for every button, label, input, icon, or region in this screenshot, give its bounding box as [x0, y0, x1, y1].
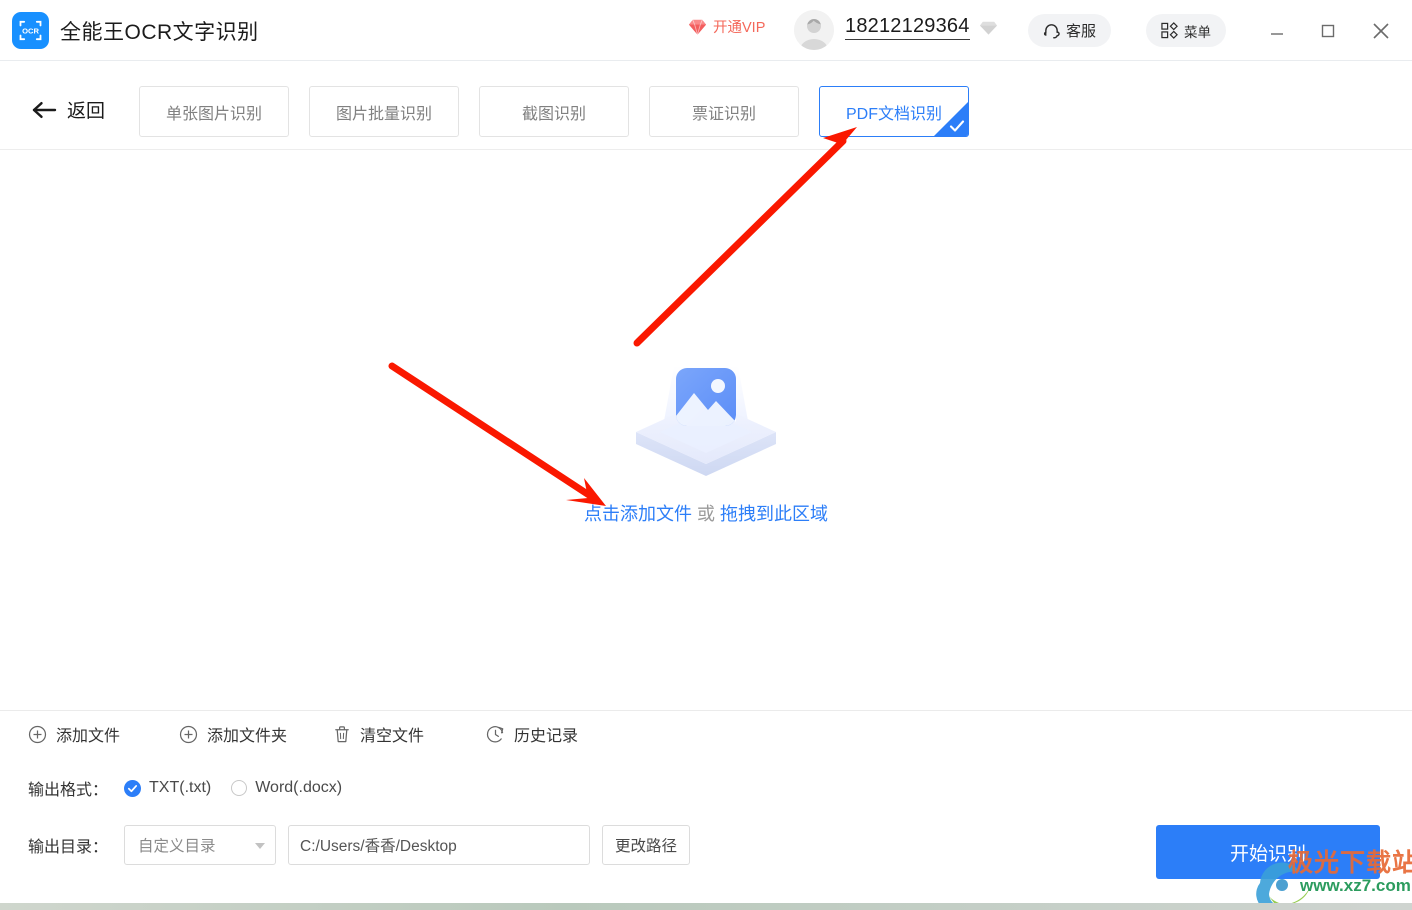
- maximize-button[interactable]: [1309, 12, 1347, 50]
- menu-label: 菜单: [1184, 24, 1211, 40]
- tab-single-image[interactable]: 单张图片识别: [139, 86, 289, 137]
- tab-label: 单张图片识别: [165, 105, 262, 123]
- change-path-label: 更改路径: [615, 838, 678, 855]
- output-path-input[interactable]: [288, 825, 591, 865]
- add-file-button[interactable]: 添加文件: [28, 722, 120, 746]
- avatar[interactable]: [794, 10, 834, 50]
- file-drop-area[interactable]: 点击添加文件 或 拖拽到此区域: [0, 150, 1412, 710]
- headset-icon: [1043, 24, 1060, 39]
- tab-label: 票证识别: [691, 105, 756, 123]
- arrow-left-icon: [32, 101, 57, 118]
- tab-batch-image[interactable]: 图片批量识别: [309, 86, 459, 137]
- output-format-label: 输出格式：: [28, 782, 109, 799]
- file-actions-row: 添加文件 添加文件夹 清空文件 历史记录: [0, 722, 1412, 756]
- phone-number[interactable]: 18212129364: [845, 15, 970, 40]
- radio-unselected-icon: [231, 780, 248, 796]
- menu-button[interactable]: 菜单: [1146, 14, 1226, 47]
- vip-upgrade-button[interactable]: 开通VIP: [688, 16, 765, 37]
- customer-service-label: 客服: [1066, 23, 1097, 40]
- start-button-label: 开始识别: [1229, 843, 1306, 865]
- minimize-icon: [1271, 33, 1283, 35]
- format-option-txt[interactable]: TXT(.txt): [124, 779, 211, 797]
- svg-text:OCR: OCR: [22, 27, 39, 36]
- account-phone[interactable]: 18212129364: [845, 15, 998, 40]
- action-label: 添加文件夹: [207, 728, 288, 745]
- action-label: 清空文件: [360, 728, 425, 745]
- action-label: 历史记录: [514, 728, 579, 745]
- radio-selected-icon: [124, 779, 142, 797]
- minimize-button[interactable]: [1258, 12, 1296, 50]
- chevron-down-icon: [255, 843, 266, 849]
- maximize-icon: [1321, 24, 1335, 38]
- clear-files-button[interactable]: 清空文件: [333, 722, 424, 746]
- directory-mode-value: 自定义目录: [138, 838, 216, 855]
- trash-icon: [335, 725, 349, 742]
- diamond-gem-icon: [688, 19, 707, 36]
- grid-menu-icon: [1161, 22, 1178, 39]
- ocr-application-window: OCR 全能王OCR文字识别 开通VIP 18212129364 客服 菜单 返…: [0, 0, 1412, 910]
- back-label: 返回: [67, 101, 106, 122]
- output-format-row: 输出格式： TXT(.txt) Word(.docx): [28, 776, 362, 800]
- check-icon: [949, 120, 965, 132]
- directory-mode-select[interactable]: 自定义目录: [124, 825, 277, 865]
- tab-pdf-document[interactable]: PDF文档识别: [819, 86, 969, 137]
- format-option-word[interactable]: Word(.docx): [231, 779, 342, 797]
- member-diamond-icon: [979, 21, 997, 35]
- bottom-separator: [0, 710, 1412, 711]
- action-label: 添加文件: [56, 728, 121, 745]
- customer-service-button[interactable]: 客服: [1028, 14, 1112, 47]
- window-bottom-edge: [0, 903, 1412, 910]
- start-recognition-button[interactable]: 开始识别: [1156, 825, 1380, 879]
- image-upload-illustration: [636, 366, 776, 476]
- format-label: Word(.docx): [255, 779, 343, 796]
- close-button[interactable]: [1362, 12, 1400, 50]
- history-button[interactable]: 历史记录: [486, 722, 578, 746]
- close-icon: [1373, 23, 1389, 39]
- plus-circle-icon: [28, 725, 47, 743]
- tab-label: 图片批量识别: [335, 105, 432, 123]
- clock-history-icon: [486, 725, 504, 743]
- plus-circle-icon: [179, 725, 198, 743]
- tab-label: PDF文档识别: [845, 105, 942, 123]
- app-logo-icon: OCR: [12, 12, 49, 49]
- tab-screenshot[interactable]: 截图识别: [479, 86, 629, 137]
- output-directory-row: 输出目录： 自定义目录 更改路径: [28, 825, 691, 865]
- watermark-url: www.xz7.com: [1300, 876, 1411, 895]
- drag-hint: 拖拽到此区域: [720, 504, 829, 524]
- format-label: TXT(.txt): [149, 779, 212, 796]
- tab-label: 截图识别: [521, 105, 586, 123]
- output-directory-label: 输出目录：: [28, 839, 109, 856]
- vip-label: 开通VIP: [713, 20, 766, 36]
- prompt-separator: 或: [697, 504, 715, 524]
- tab-ticket[interactable]: 票证识别: [649, 86, 799, 137]
- change-path-button[interactable]: 更改路径: [602, 825, 691, 865]
- add-file-link[interactable]: 点击添加文件: [584, 504, 692, 524]
- app-title: 全能王OCR文字识别: [60, 21, 259, 44]
- add-folder-button[interactable]: 添加文件夹: [179, 722, 287, 746]
- back-button[interactable]: 返回: [32, 96, 105, 123]
- title-bar: OCR 全能王OCR文字识别 开通VIP 18212129364 客服 菜单: [0, 0, 1412, 61]
- upload-prompt[interactable]: 点击添加文件 或 拖拽到此区域: [0, 500, 1412, 526]
